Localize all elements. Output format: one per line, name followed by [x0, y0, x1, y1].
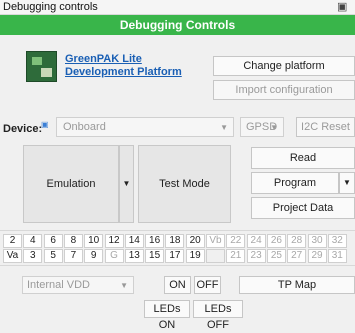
power-off-button[interactable]: OFF	[194, 276, 221, 294]
power-select[interactable]: Internal VDD ▼	[22, 276, 134, 294]
device-select[interactable]: Onboard ▼	[56, 117, 234, 137]
chevron-down-icon: ▼	[220, 123, 228, 132]
pin-cell-row1-10[interactable]: Vb	[206, 234, 225, 248]
pin-cell-row1-2[interactable]: 6	[43, 234, 63, 248]
window-title: Debugging controls	[3, 1, 98, 13]
import-configuration-button[interactable]: Import configuration	[213, 80, 355, 100]
pin-cell-row1-12[interactable]: 24	[246, 234, 266, 248]
pin-cell-row1-7[interactable]: 16	[145, 234, 165, 248]
pin-cell-row2-11[interactable]: 21	[226, 249, 246, 263]
pin-cell-row1-0[interactable]: 2	[3, 234, 22, 248]
pin-cell-row2-15[interactable]: 29	[307, 249, 327, 263]
pin-cell-row2-8[interactable]: 17	[165, 249, 185, 263]
pin-cell-row2-4[interactable]: 9	[84, 249, 104, 263]
panel-title: Debugging Controls	[119, 18, 236, 32]
chevron-down-icon: ▼	[122, 179, 131, 188]
change-platform-button[interactable]: Change platform	[213, 56, 355, 76]
pin-cell-row2-6[interactable]: 13	[124, 249, 144, 263]
window-titlebar: Debugging controls ▣	[0, 0, 355, 15]
pin-cell-row2-5[interactable]: G	[104, 249, 124, 263]
pin-cell-row1-14[interactable]: 28	[287, 234, 307, 248]
platform-board-icon	[26, 51, 57, 82]
tp-map-button[interactable]: TP Map	[239, 276, 355, 294]
restore-icon[interactable]: ▣	[337, 0, 349, 13]
read-button[interactable]: Read	[251, 147, 355, 169]
program-button[interactable]: Program	[251, 172, 339, 194]
pin-cell-row2-2[interactable]: 5	[43, 249, 63, 263]
pin-cell-row2-3[interactable]: 7	[63, 249, 83, 263]
pin-cell-row1-9[interactable]: 20	[185, 234, 205, 248]
power-select-value: Internal VDD	[27, 279, 90, 291]
pin-cell-row2-14[interactable]: 27	[287, 249, 307, 263]
pin-cell-row1-8[interactable]: 18	[165, 234, 185, 248]
device-info-icon[interactable]: ▣	[41, 120, 49, 129]
leds-on-button[interactable]: LEDs ON	[144, 300, 190, 331]
pin-cell-row2-12[interactable]: 23	[246, 249, 266, 263]
pin-cell-row2-10[interactable]	[206, 249, 225, 263]
emulation-dropdown-button[interactable]: ▼	[119, 145, 134, 223]
pin-cell-row1-1[interactable]: 4	[23, 234, 43, 248]
pin-cell-row1-4[interactable]: 10	[84, 234, 104, 248]
chevron-down-icon: ▼	[120, 281, 128, 290]
device-select-value: Onboard	[63, 121, 106, 133]
pin-cell-row2-16[interactable]: 31	[327, 249, 347, 263]
pin-cell-row2-13[interactable]: 25	[266, 249, 286, 263]
gpsd-select[interactable]: GPSD ▼	[240, 117, 284, 137]
emulation-button[interactable]: Emulation	[23, 145, 119, 223]
platform-link[interactable]: GreenPAK Lite Development Platform	[65, 53, 205, 79]
pin-cell-row1-15[interactable]: 30	[307, 234, 327, 248]
pin-cell-row2-1[interactable]: 3	[23, 249, 43, 263]
chevron-down-icon: ▼	[270, 123, 278, 132]
pin-cell-row2-0[interactable]: Va	[3, 249, 22, 263]
program-dropdown-button[interactable]: ▼	[339, 172, 355, 194]
pin-cell-row2-7[interactable]: 15	[145, 249, 165, 263]
pin-cell-row2-9[interactable]: 19	[185, 249, 205, 263]
pin-cell-row1-6[interactable]: 14	[124, 234, 144, 248]
pin-cell-row1-11[interactable]: 22	[226, 234, 246, 248]
pin-cell-row1-13[interactable]: 26	[266, 234, 286, 248]
i2c-reset-button[interactable]: I2C Reset	[296, 117, 355, 137]
leds-off-button[interactable]: LEDs OFF	[193, 300, 243, 331]
chevron-down-icon: ▼	[343, 178, 351, 187]
test-mode-button[interactable]: Test Mode	[138, 145, 231, 223]
pin-cell-row1-5[interactable]: 12	[104, 234, 124, 248]
device-label: Device:	[3, 123, 43, 135]
pin-cell-row1-3[interactable]: 8	[63, 234, 83, 248]
panel-header: Debugging Controls	[0, 15, 355, 35]
pin-cell-row1-16[interactable]: 32	[327, 234, 347, 248]
power-on-button[interactable]: ON	[164, 276, 191, 294]
project-data-button[interactable]: Project Data	[251, 197, 355, 219]
